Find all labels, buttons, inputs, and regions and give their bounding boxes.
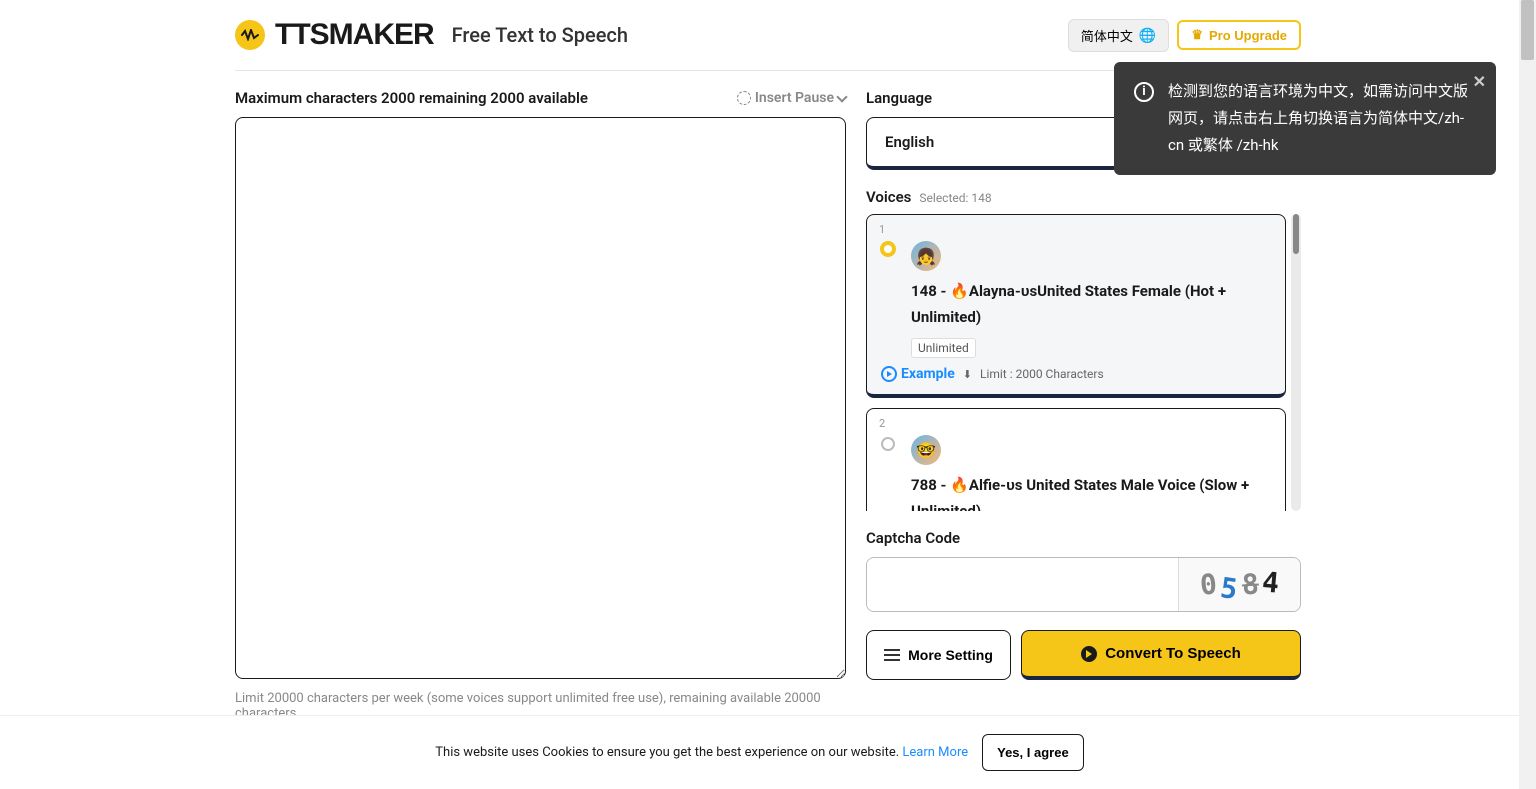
voice-title: 148 - 🔥Alayna-ᴜsUnited States Female (Ho… <box>911 279 1271 330</box>
captcha-row: 0 5 8 4 <box>866 557 1301 612</box>
play-icon <box>881 366 897 382</box>
voice-radio[interactable] <box>880 241 896 257</box>
voice-avatar: 🤓 <box>911 435 941 465</box>
toast-text: 检测到您的语言环境为中文，如需访问中文版网页，请点击右上角切换语言为简体中文/z… <box>1168 78 1476 159</box>
language-detect-toast: i 检测到您的语言环境为中文，如需访问中文版网页，请点击右上角切换语言为简体中文… <box>1114 62 1496 175</box>
learn-more-link[interactable]: Learn More <box>902 745 968 760</box>
captcha-digit: 5 <box>1218 571 1239 606</box>
pro-upgrade-label: Pro Upgrade <box>1209 28 1287 43</box>
cookie-banner: This website uses Cookies to ensure you … <box>0 715 1519 789</box>
convert-label: Convert To Speech <box>1105 645 1241 662</box>
voice-radio[interactable] <box>881 437 895 451</box>
pause-icon <box>737 91 751 105</box>
voice-index: 1 <box>879 223 885 236</box>
example-label: Example <box>901 366 955 382</box>
logo-icon <box>235 20 265 50</box>
voices-selected-count: Selected: 148 <box>919 191 991 205</box>
language-value: English <box>885 133 934 151</box>
logo[interactable]: TTSMAKER <box>235 18 434 52</box>
convert-button[interactable]: Convert To Speech <box>1021 630 1301 680</box>
more-setting-label: More Setting <box>908 647 993 663</box>
translate-icon: 🌐 <box>1139 27 1156 44</box>
voice-list: 1 👧 148 - 🔥Alayna-ᴜsUnited States Female… <box>866 214 1301 511</box>
char-counter-label: Maximum characters 2000 remaining 2000 a… <box>235 89 588 107</box>
voice-title: 788 - 🔥Alfie-ᴜs United States Male Voice… <box>911 473 1271 511</box>
chevron-down-icon <box>836 91 847 102</box>
logo-text: TTSMAKER <box>275 18 434 52</box>
captcha-digit: 8 <box>1241 568 1260 602</box>
info-icon: i <box>1134 82 1154 102</box>
language-switch-label: 简体中文 <box>1081 26 1133 45</box>
pro-upgrade-button[interactable]: ♛ Pro Upgrade <box>1177 20 1301 50</box>
insert-pause-label: Insert Pause <box>755 90 834 106</box>
diamond-icon: ♛ <box>1191 27 1203 43</box>
captcha-label: Captcha Code <box>866 529 1301 547</box>
captcha-image[interactable]: 0 5 8 4 <box>1178 558 1300 611</box>
insert-pause-button[interactable]: Insert Pause <box>737 90 846 106</box>
voice-scrollbar[interactable] <box>1291 214 1301 511</box>
unlimited-badge: Unlimited <box>911 338 976 358</box>
header: TTSMAKER Free Text to Speech 简体中文 🌐 ♛ Pr… <box>235 0 1301 71</box>
settings-icon <box>884 649 900 661</box>
cookie-agree-button[interactable]: Yes, I agree <box>982 734 1084 771</box>
page-scrollbar[interactable] <box>1519 0 1536 789</box>
play-fill-icon <box>1081 646 1097 662</box>
toast-close-button[interactable]: ✕ <box>1473 68 1486 97</box>
voice-avatar: 👧 <box>911 241 941 271</box>
voice-scrollbar-thumb[interactable] <box>1293 214 1299 254</box>
captcha-input[interactable] <box>867 558 1178 611</box>
language-switch-button[interactable]: 简体中文 🌐 <box>1068 19 1169 52</box>
download-icon: ⬇ <box>963 368 972 381</box>
tagline: Free Text to Speech <box>452 23 628 47</box>
cookie-text: This website uses Cookies to ensure you … <box>435 745 968 760</box>
example-link[interactable]: Example <box>881 366 955 382</box>
voice-card[interactable]: 2 🤓 788 - 🔥Alfie-ᴜs United States Male V… <box>866 408 1286 511</box>
captcha-digit: 4 <box>1261 565 1281 599</box>
voices-section-label: Voices <box>866 188 911 206</box>
voice-card[interactable]: 1 👧 148 - 🔥Alayna-ᴜsUnited States Female… <box>866 214 1286 398</box>
page-scrollbar-thumb[interactable] <box>1521 0 1534 60</box>
voice-limit: Limit : 2000 Characters <box>980 367 1104 381</box>
text-input[interactable] <box>235 117 846 679</box>
more-setting-button[interactable]: More Setting <box>866 630 1011 680</box>
voice-index: 2 <box>879 417 885 430</box>
captcha-digit: 0 <box>1198 567 1218 601</box>
